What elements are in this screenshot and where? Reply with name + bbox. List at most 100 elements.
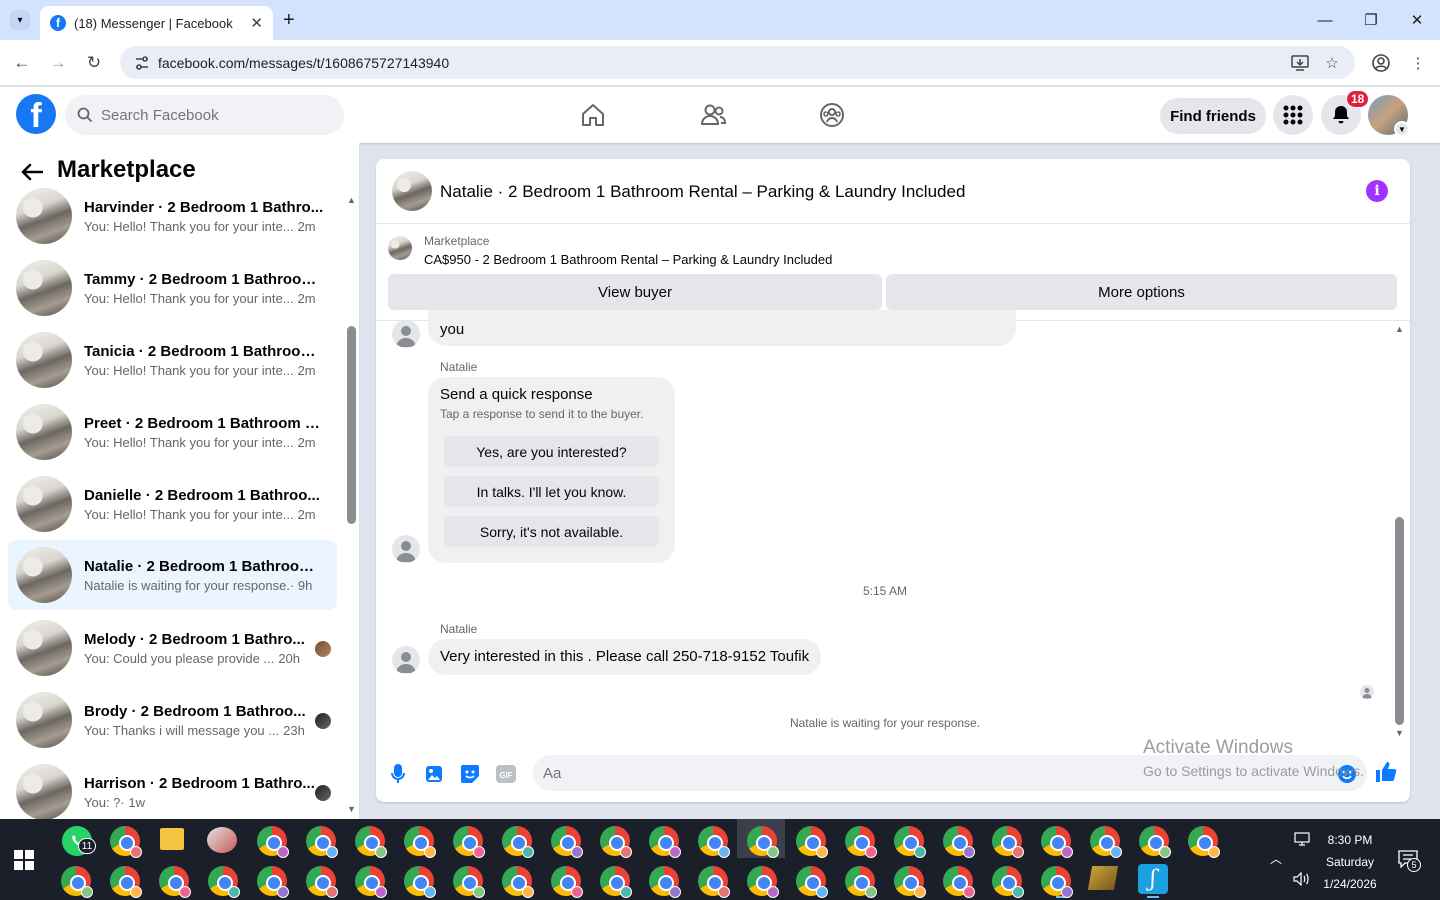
chrome-window-icon[interactable]	[306, 866, 338, 898]
quick-response-not-available-button[interactable]: Sorry, it's not available.	[444, 516, 659, 547]
chrome-window-icon[interactable]	[1041, 866, 1073, 898]
file-explorer-icon[interactable]	[160, 828, 184, 850]
hand-app-icon[interactable]	[1087, 866, 1119, 890]
conversation-item[interactable]: Tammy · 2 Bedroom 1 Bathroom... You: Hel…	[8, 253, 337, 323]
volume-icon[interactable]	[1293, 872, 1311, 886]
chrome-window-icon[interactable]	[110, 866, 142, 898]
find-friends-button[interactable]: Find friends	[1160, 98, 1266, 134]
chrome-window-icon[interactable]	[649, 866, 681, 898]
conversation-item[interactable]: Melody · 2 Bedroom 1 Bathro... You: Coul…	[8, 613, 337, 683]
search-input[interactable]	[101, 106, 321, 124]
chrome-window-icon[interactable]	[943, 826, 975, 858]
chrome-window-icon[interactable]	[159, 866, 191, 898]
close-tab-icon[interactable]: ✕	[250, 14, 263, 32]
chrome-window-icon[interactable]	[649, 826, 681, 858]
conversation-item[interactable]: Harrison · 2 Bedroom 1 Bathro... You: ? ·…	[8, 757, 337, 827]
chrome-window-icon[interactable]	[453, 826, 485, 858]
scroll-up-arrow-icon[interactable]: ▲	[347, 195, 356, 205]
chrome-window-icon[interactable]	[404, 866, 436, 898]
chrome-window-icon[interactable]	[502, 826, 534, 858]
chat-scroll-down-arrow-icon[interactable]: ▼	[1395, 728, 1404, 738]
chrome-window-icon[interactable]	[61, 866, 93, 898]
home-icon[interactable]	[578, 100, 608, 130]
conversation-item[interactable]: Harvinder · 2 Bedroom 1 Bathro... You: H…	[8, 181, 337, 251]
more-options-button[interactable]: More options	[886, 274, 1397, 310]
left-scrollbar-thumb[interactable]	[347, 326, 356, 524]
windows-start-icon[interactable]	[14, 850, 34, 870]
chrome-window-icon[interactable]	[992, 826, 1024, 858]
chrome-window-icon[interactable]	[796, 826, 828, 858]
site-settings-icon[interactable]	[134, 55, 150, 71]
new-tab-button[interactable]: +	[283, 9, 295, 32]
browser-menu-icon[interactable]: ⋮	[1408, 53, 1428, 73]
bookmark-star-icon[interactable]: ☆	[1322, 53, 1342, 73]
sticker-icon[interactable]	[459, 763, 481, 785]
chrome-window-icon[interactable]	[600, 826, 632, 858]
show-hidden-icons-chevron-up-icon[interactable]: ︿	[1270, 850, 1282, 867]
paint-app-icon[interactable]	[207, 827, 237, 853]
chrome-window-icon[interactable]	[747, 826, 779, 858]
chrome-window-icon[interactable]	[992, 866, 1024, 898]
chrome-window-icon[interactable]	[796, 866, 828, 898]
scroll-down-arrow-icon[interactable]: ▼	[347, 804, 356, 814]
minimize-button[interactable]: —	[1310, 8, 1340, 32]
chat-title[interactable]: Natalie · 2 Bedroom 1 Bathroom Rental – …	[440, 182, 965, 202]
conversation-item[interactable]: Brody · 2 Bedroom 1 Bathroo... You: Than…	[8, 685, 337, 755]
chrome-window-icon[interactable]	[747, 866, 779, 898]
chevron-down-icon[interactable]: ▼	[1394, 121, 1410, 137]
quick-response-in-talks-button[interactable]: In talks. I'll let you know.	[444, 476, 659, 507]
chrome-window-icon[interactable]	[257, 826, 289, 858]
conversation-item[interactable]: Preet · 2 Bedroom 1 Bathroom R... You: H…	[8, 397, 337, 467]
chrome-window-icon[interactable]	[257, 866, 289, 898]
address-bar[interactable]: facebook.com/messages/t/1608675727143940	[120, 46, 1355, 79]
chrome-window-icon[interactable]	[894, 826, 926, 858]
chrome-window-icon[interactable]	[306, 826, 338, 858]
chrome-window-icon[interactable]	[894, 866, 926, 898]
facebook-logo[interactable]: f	[16, 94, 56, 134]
photo-icon[interactable]	[423, 763, 445, 785]
chrome-window-icon[interactable]	[453, 866, 485, 898]
chrome-window-icon[interactable]	[845, 826, 877, 858]
chrome-window-icon[interactable]	[600, 866, 632, 898]
chrome-window-icon[interactable]	[110, 826, 142, 858]
friends-icon[interactable]	[698, 100, 728, 130]
like-thumbs-up-icon[interactable]	[1375, 761, 1397, 783]
menu-grid-icon[interactable]	[1273, 95, 1313, 135]
conversation-item[interactable]: Danielle · 2 Bedroom 1 Bathroo... You: H…	[8, 469, 337, 539]
chrome-window-icon[interactable]	[698, 866, 730, 898]
chat-scroll-up-arrow-icon[interactable]: ▲	[1395, 324, 1404, 334]
chrome-window-icon[interactable]	[1090, 826, 1122, 858]
profile-icon[interactable]	[1371, 53, 1391, 73]
network-icon[interactable]	[1294, 832, 1310, 846]
chrome-window-icon[interactable]	[502, 866, 534, 898]
reload-button[interactable]: ↻	[82, 52, 106, 74]
forward-button[interactable]: →	[46, 52, 70, 74]
close-window-button[interactable]: ✕	[1402, 8, 1432, 32]
conversation-item[interactable]: Tanicia · 2 Bedroom 1 Bathroom ... You: …	[8, 325, 337, 395]
groups-icon[interactable]	[817, 100, 847, 130]
chrome-window-icon[interactable]	[698, 826, 730, 858]
chat-listing-avatar[interactable]	[392, 171, 432, 211]
chrome-window-icon[interactable]	[1188, 826, 1220, 858]
chrome-window-icon[interactable]	[551, 826, 583, 858]
chrome-window-icon[interactable]	[208, 866, 240, 898]
chrome-window-icon[interactable]	[404, 826, 436, 858]
restore-button[interactable]: ❐	[1356, 8, 1386, 32]
info-icon[interactable]: i	[1366, 180, 1388, 202]
listing-price-title[interactable]: CA$950 - 2 Bedroom 1 Bathroom Rental – P…	[424, 252, 832, 267]
chrome-window-icon[interactable]	[943, 866, 975, 898]
back-button[interactable]: ←	[10, 52, 34, 74]
microphone-icon[interactable]	[387, 763, 409, 785]
install-app-icon[interactable]	[1290, 53, 1310, 73]
facebook-search[interactable]	[65, 95, 344, 135]
chrome-window-icon[interactable]	[355, 866, 387, 898]
gif-icon[interactable]: GIF	[495, 763, 517, 785]
quick-response-yes-button[interactable]: Yes, are you interested?	[444, 436, 659, 467]
chrome-window-icon[interactable]	[551, 866, 583, 898]
chat-scrollbar-thumb[interactable]	[1395, 517, 1404, 725]
view-buyer-button[interactable]: View buyer	[388, 274, 882, 310]
taskbar-clock[interactable]: 8:30 PM Saturday 1/24/2026	[1318, 829, 1382, 895]
chrome-window-icon[interactable]	[1139, 826, 1171, 858]
chrome-window-icon[interactable]	[355, 826, 387, 858]
tab-search-button[interactable]: ▾	[10, 10, 30, 30]
